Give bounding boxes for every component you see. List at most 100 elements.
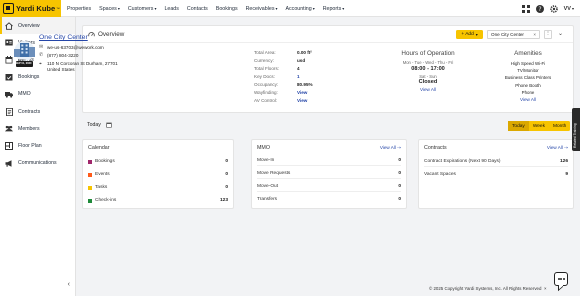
top-icons: ? VV ▾: [517, 0, 574, 17]
contracts-view-all-link[interactable]: View All ⇢: [547, 145, 568, 151]
mmo-row-move-out[interactable]: Move-Out 0: [257, 182, 401, 192]
trademark: ™: [56, 6, 60, 11]
nav-leads[interactable]: Leads: [164, 6, 178, 12]
envelope-icon: ✉: [39, 45, 44, 50]
overview-speedometer-icon: [88, 32, 95, 37]
sidebar-item-floor-plan[interactable]: Floor Plan: [0, 137, 75, 154]
check-ins-legend-swatch: [88, 198, 92, 203]
row-value: 0: [398, 171, 401, 176]
chat-bubble-icon[interactable]: [554, 272, 568, 286]
calendar-row-events[interactable]: Events 0: [88, 170, 228, 180]
row-label: Vacant Spaces: [424, 172, 456, 177]
related-training-label: Related Training: [573, 123, 577, 148]
row-label: Move-In: [257, 158, 275, 163]
chevron-down-icon: ▾: [154, 5, 157, 11]
nav-accounting[interactable]: Accounting▾: [285, 6, 314, 12]
stat-wayfinding: Wayfinding: View: [254, 90, 324, 98]
nav-contacts[interactable]: Contacts: [187, 6, 208, 12]
more-options-icon[interactable]: ⋮: [544, 30, 552, 39]
nav-receivables[interactable]: Receivables▾: [246, 6, 278, 12]
collapse-card-icon[interactable]: ⌄: [558, 30, 563, 37]
key-docs-link[interactable]: 1: [297, 74, 300, 79]
footer-close-icon[interactable]: ×: [544, 286, 547, 291]
help-icon[interactable]: ?: [536, 4, 545, 13]
contracts-row-vacant-spaces[interactable]: Vacant Spaces 9: [424, 170, 568, 180]
overview-title: Overview: [98, 31, 125, 38]
chevron-down-icon[interactable]: ▾: [572, 6, 574, 11]
stat-value: 80.95%: [297, 82, 313, 87]
sidebar-item-label: Overview: [18, 22, 40, 29]
amenity-item: Business Class Printers: [504, 75, 552, 81]
truck-icon: [5, 90, 13, 98]
period-today-button[interactable]: Today: [508, 121, 529, 131]
calendar-row-bookings[interactable]: Bookings 0: [88, 157, 228, 167]
open-date-badge: SEP 01, 2020: [15, 62, 32, 65]
stat-av-control: AV Control: View: [254, 98, 324, 106]
collapse-sidebar-icon[interactable]: ‹: [68, 281, 70, 288]
hours-title: Hours of Operation: [401, 50, 455, 57]
yardi-kube-logo[interactable]: Yardi Kube ™: [0, 0, 61, 17]
row-value: 0: [225, 172, 228, 177]
nav-customers[interactable]: Customers▾: [128, 6, 157, 12]
nav-label: Customers: [127, 5, 154, 12]
row-label: Transfers: [257, 197, 278, 202]
mmo-row-transfers[interactable]: Transfers 0: [257, 195, 401, 205]
location-select[interactable]: One City Center ×: [487, 30, 540, 39]
site-address-text: 110 N Corcoran St Durham, 27701 United St…: [47, 61, 118, 73]
calendar-row-tasks[interactable]: Tasks 0: [88, 183, 228, 193]
mmo-row-move-in[interactable]: Move-In 0: [257, 156, 401, 166]
amenity-item: TV/Monitor: [517, 68, 539, 74]
period-toggle: Today Week Month: [508, 121, 571, 131]
sidebar-item-overview[interactable]: Overview: [0, 17, 75, 35]
svg-text:?: ?: [539, 6, 542, 13]
settings-gear-icon[interactable]: [550, 4, 559, 13]
row-value: 0: [398, 158, 401, 163]
row-value: 9: [565, 172, 568, 177]
period-month-button[interactable]: Month: [549, 121, 570, 131]
row-label: Tasks: [88, 185, 107, 190]
sidebar-item-contracts[interactable]: Contracts: [0, 103, 75, 120]
site-email: ✉ we-us-63703@wework.com: [39, 45, 104, 50]
contracts-row-expirations[interactable]: Contract Expirations (Next 90 Days) 126: [424, 157, 568, 167]
clear-location-icon[interactable]: ×: [533, 32, 536, 37]
nav-spaces[interactable]: Spaces▾: [99, 6, 120, 12]
add-button[interactable]: + Add ▾: [456, 30, 483, 39]
hours-view-all-link[interactable]: View All: [388, 87, 468, 92]
wayfinding-view-link[interactable]: View: [297, 90, 307, 95]
related-training-tab[interactable]: Related Training: [572, 108, 580, 151]
user-initials[interactable]: VV: [564, 6, 571, 12]
sidebar-item-label: Bookings: [18, 74, 40, 81]
nav-label: Bookings: [215, 5, 238, 12]
logo-text: Yardi Kube: [16, 4, 56, 13]
amenities-view-all-link[interactable]: View All: [487, 97, 569, 102]
calendar-picker-icon[interactable]: [106, 122, 112, 128]
stat-value: 4: [297, 66, 300, 71]
top-navigation-bar: Yardi Kube ™ Properties Spaces▾ Customer…: [0, 0, 580, 17]
stat-label: Total Area:: [254, 50, 276, 55]
apps-grid-icon[interactable]: [522, 4, 531, 13]
mmo-widget: MMO View All ⇢ Move-In 0 Move Requests 0 M…: [251, 139, 407, 209]
period-week-button[interactable]: Week: [529, 121, 549, 131]
address-line2: United States: [47, 67, 75, 72]
nav-bookings[interactable]: Bookings: [216, 6, 238, 12]
row-label: Contract Expirations (Next 90 Days): [424, 159, 501, 164]
nav-label: Accounting: [285, 5, 312, 12]
site-name-link[interactable]: One City Center: [39, 34, 88, 41]
calendar-check-icon: [5, 73, 13, 81]
sidebar-item-communications[interactable]: Communications: [0, 155, 75, 172]
row-label-text: Tasks: [95, 185, 108, 190]
site-email-text: we-us-63703@wework.com: [47, 45, 104, 50]
av-control-view-link[interactable]: View: [297, 98, 307, 103]
mmo-row-move-requests[interactable]: Move Requests 0: [257, 169, 401, 179]
row-label-text: Events: [95, 172, 110, 177]
chevron-down-icon: ▾: [275, 5, 278, 11]
sidebar-item-members[interactable]: Members: [0, 120, 75, 137]
hours-weekday-time: 08:00 - 17:00: [411, 66, 445, 72]
nav-reports[interactable]: Reports▾: [323, 6, 345, 12]
nav-properties[interactable]: Properties: [67, 6, 91, 12]
mmo-view-all-link[interactable]: View All ⇢: [380, 145, 401, 151]
calendar-row-check-ins[interactable]: Check-ins 123: [88, 196, 228, 206]
sidebar-item-mmo[interactable]: MMO: [0, 86, 75, 103]
row-label-text: Bookings: [95, 159, 115, 164]
row-value: 126: [559, 159, 568, 164]
